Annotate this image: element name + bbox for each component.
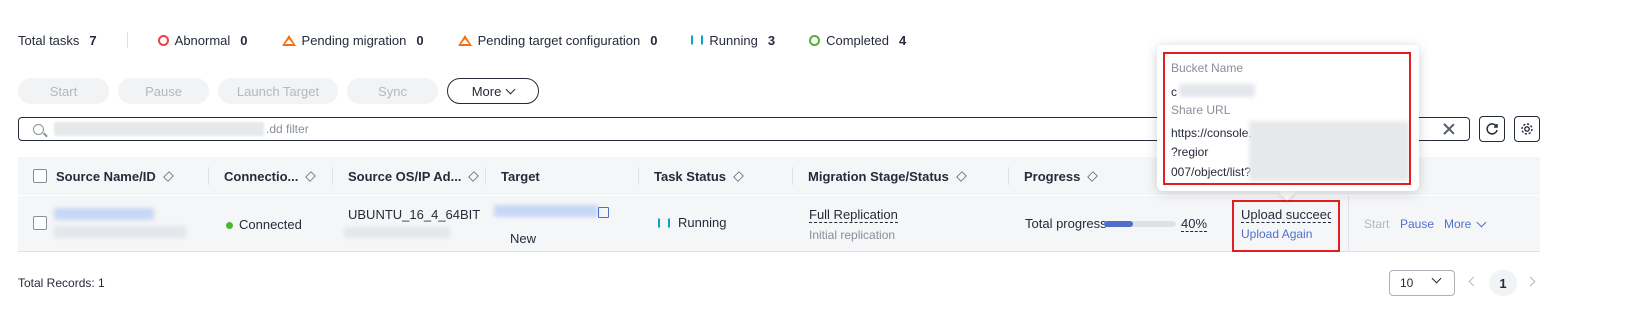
running-sync-icon xyxy=(658,216,670,229)
col-source-name[interactable]: Source Name/ID xyxy=(56,169,174,184)
status-abnormal-count: 0 xyxy=(240,32,248,48)
status-pending-target-config-label: Pending target configuration xyxy=(477,32,641,48)
source-id-redacted xyxy=(54,226,186,238)
search-redacted-text xyxy=(54,122,264,136)
page-size-select[interactable]: 10 xyxy=(1389,270,1455,296)
sort-icon[interactable] xyxy=(468,171,480,182)
progress-bar xyxy=(1104,221,1176,227)
target-name-redacted[interactable] xyxy=(494,205,598,217)
status-pending-migration-count: 0 xyxy=(416,32,424,48)
gear-icon xyxy=(1521,123,1533,135)
status-completed-count: 4 xyxy=(898,32,907,48)
status-pending-target-config[interactable]: Pending target configuration 0 xyxy=(457,32,658,48)
fixed-column-divider xyxy=(1348,196,1349,252)
launch-target-button[interactable]: Launch Target xyxy=(218,78,338,104)
source-name-redacted[interactable] xyxy=(54,208,154,220)
col-progress[interactable]: Progress xyxy=(1024,169,1099,184)
external-link-icon[interactable] xyxy=(598,207,609,218)
row-start-action[interactable]: Start xyxy=(1364,217,1389,231)
row-checkbox[interactable] xyxy=(33,216,47,230)
next-page-icon[interactable] xyxy=(1525,276,1536,287)
chevron-down-icon xyxy=(1431,273,1442,284)
clear-search-icon[interactable] xyxy=(1443,123,1455,135)
completed-circle-icon xyxy=(809,34,821,46)
status-pending-migration-label: Pending migration xyxy=(301,32,407,48)
warning-triangle-icon xyxy=(281,34,296,46)
connected-dot-icon xyxy=(226,222,233,230)
more-actions-button[interactable]: More xyxy=(447,78,539,104)
sort-icon[interactable] xyxy=(162,171,174,182)
column-divider xyxy=(208,167,209,185)
search-icon xyxy=(33,123,44,135)
progress-bar-fill xyxy=(1104,221,1133,227)
page-number-current[interactable]: 1 xyxy=(1489,270,1517,296)
total-tasks-label: Total tasks xyxy=(18,32,80,48)
row-pause-action[interactable]: Pause xyxy=(1400,217,1434,231)
summary-divider xyxy=(126,32,128,48)
col-source-os[interactable]: Source OS/IP Ad... xyxy=(348,169,480,184)
status-running-label: Running xyxy=(709,32,758,48)
total-tasks: Total tasks 7 xyxy=(18,33,97,48)
page-size-value: 10 xyxy=(1400,276,1414,290)
status-pending-target-config-count: 0 xyxy=(650,32,658,48)
col-task-status[interactable]: Task Status xyxy=(654,169,744,184)
column-divider xyxy=(638,167,639,185)
chevron-down-icon xyxy=(1476,217,1487,227)
task-summary-bar: Total tasks 7 Abnormal 0 Pending migrati… xyxy=(18,30,940,50)
sort-icon[interactable] xyxy=(956,171,967,182)
upload-highlight-box xyxy=(1232,200,1340,252)
refresh-button[interactable] xyxy=(1479,116,1505,142)
progress-percent[interactable]: 40% xyxy=(1181,216,1208,232)
search-placeholder: .dd filter xyxy=(266,122,309,136)
status-completed-label: Completed xyxy=(826,32,889,48)
status-abnormal-label: Abnormal xyxy=(174,32,231,48)
col-connection[interactable]: Connectio... xyxy=(224,169,317,184)
target-status: New xyxy=(510,231,537,246)
task-status: Running xyxy=(658,215,726,230)
sort-icon[interactable] xyxy=(1087,171,1099,182)
pause-button[interactable]: Pause xyxy=(118,78,209,104)
progress-label: Total progress xyxy=(1025,216,1107,231)
column-divider xyxy=(792,167,793,185)
status-running-count: 3 xyxy=(767,32,776,48)
more-actions-label: More xyxy=(471,83,502,99)
running-sync-icon xyxy=(691,34,704,46)
settings-button[interactable] xyxy=(1514,116,1540,142)
popup-highlight-box xyxy=(1163,52,1411,185)
sync-button[interactable]: Sync xyxy=(347,78,438,104)
column-divider xyxy=(332,167,333,185)
migration-substage: Initial replication xyxy=(809,228,896,242)
warning-triangle-icon xyxy=(457,34,472,46)
abnormal-icon xyxy=(157,34,169,46)
column-divider xyxy=(485,167,486,185)
upload-info-popover: Bucket Name c Share URL https://console.… xyxy=(1157,45,1419,191)
prev-page-icon[interactable] xyxy=(1468,276,1479,287)
status-abnormal[interactable]: Abnormal 0 xyxy=(157,32,248,48)
status-completed[interactable]: Completed 4 xyxy=(809,33,906,48)
status-pending-migration[interactable]: Pending migration 0 xyxy=(281,32,424,48)
refresh-icon xyxy=(1486,123,1498,135)
col-target: Target xyxy=(501,169,540,184)
row-more-action[interactable]: More xyxy=(1444,217,1487,231)
total-records: Total Records: 1 xyxy=(18,276,105,290)
start-button[interactable]: Start xyxy=(18,78,109,104)
chevron-down-icon xyxy=(505,84,516,94)
action-toolbar: Start Pause Launch Target Sync More xyxy=(18,78,539,104)
sort-icon[interactable] xyxy=(305,171,317,182)
status-running[interactable]: Running 3 xyxy=(691,33,775,48)
col-migration-stage[interactable]: Migration Stage/Status xyxy=(808,169,967,184)
source-os: UBUNTU_16_4_64BIT xyxy=(348,207,481,222)
connection-status: Connected xyxy=(226,217,302,232)
source-ip-redacted xyxy=(344,227,450,238)
sort-icon[interactable] xyxy=(733,171,744,182)
migration-stage[interactable]: Full Replication xyxy=(809,207,898,223)
select-all-checkbox[interactable] xyxy=(33,169,47,183)
column-divider xyxy=(1008,167,1009,185)
total-tasks-count: 7 xyxy=(89,32,97,48)
